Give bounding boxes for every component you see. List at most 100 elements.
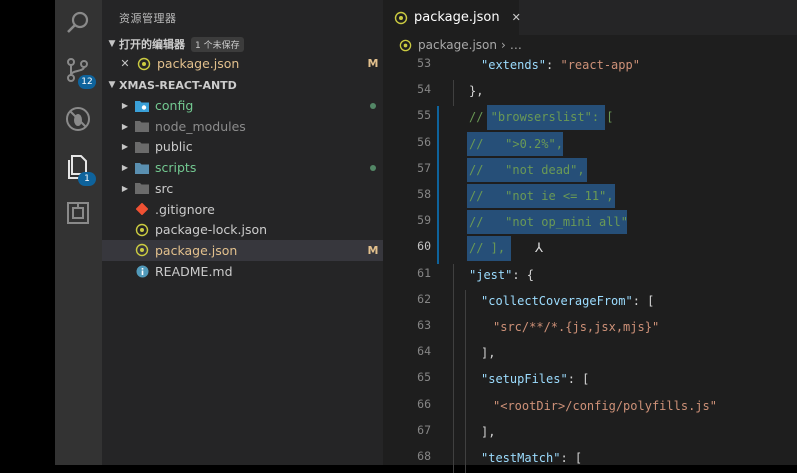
activity-bar: 12 1	[55, 0, 102, 465]
tree-item-label: package-lock.json	[155, 222, 268, 238]
open-editors-label: 打开的编辑器	[119, 38, 185, 51]
code-line[interactable]: // "not ie <= 11",	[469, 183, 614, 209]
code-line[interactable]: ],	[481, 340, 495, 366]
code-line[interactable]: // ],	[469, 235, 505, 261]
tree-item-label: scripts	[155, 160, 197, 176]
chevron-right-icon[interactable]: ▶	[118, 184, 132, 193]
json-file-icon	[394, 11, 408, 25]
code-line[interactable]: "testMatch": [	[481, 445, 582, 471]
line-number: 59	[417, 213, 431, 228]
line-number: 58	[417, 187, 431, 201]
src-folder-icon	[134, 180, 150, 196]
line-number: 61	[417, 265, 431, 280]
indent-guide	[453, 80, 454, 107]
open-editors-header[interactable]: ▼ 打开的编辑器 1 个未保存	[102, 34, 383, 54]
code-editor[interactable]: "extends": "react-app"},// "browserslist…	[437, 52, 797, 473]
line-number: 67	[417, 422, 431, 437]
info-icon	[134, 263, 150, 279]
tree-item-package-json[interactable]: package.json M	[102, 239, 383, 261]
tab-package-json[interactable]: package.json ✕	[383, 0, 521, 35]
code-line[interactable]: ],	[481, 419, 495, 445]
line-number: 68	[417, 449, 431, 463]
tab-bar: package.json ✕	[383, 0, 797, 35]
tree-item-node-modules[interactable]: ▶ node_modules	[102, 116, 383, 137]
search-icon[interactable]	[63, 8, 93, 38]
tree-item-scripts[interactable]: ▶ scripts	[102, 157, 383, 178]
indent-guide	[453, 263, 454, 473]
tree-item-config[interactable]: ▶ config	[102, 95, 383, 116]
modified-status: M	[367, 57, 379, 70]
code-line[interactable]: // ">0.2%",	[469, 131, 563, 157]
code-line[interactable]: // "not dead",	[469, 157, 585, 183]
line-number: 56	[417, 134, 431, 149]
json-file-icon	[136, 56, 152, 72]
mouse-cursor-icon: ⅄	[535, 241, 543, 257]
extensions-icon[interactable]	[63, 198, 93, 228]
tree-item-label: config	[155, 98, 194, 113]
open-editor-item[interactable]: ✕ package.json M	[102, 53, 383, 74]
tree-item-label: package.json	[155, 242, 238, 258]
code-line[interactable]: "collectCoverageFrom": [	[481, 288, 654, 314]
line-number: 54	[417, 82, 431, 97]
indent-guide	[465, 289, 466, 473]
project-label: XMAS-REACT-ANTD	[119, 78, 237, 92]
config-folder-icon	[134, 98, 150, 114]
tree-item-label: .gitignore	[155, 201, 215, 217]
node-modules-folder-icon	[134, 118, 150, 134]
open-editor-label: package.json	[157, 56, 240, 71]
tree-item-src[interactable]: ▶ src	[102, 178, 383, 199]
modified-status: M	[367, 243, 379, 257]
close-icon[interactable]: ✕	[512, 11, 521, 24]
project-header[interactable]: ▼ XMAS-REACT-ANTD	[102, 75, 383, 95]
tree-item-label: node_modules	[155, 118, 246, 134]
json-file-icon	[399, 39, 412, 52]
explorer-badge: 1	[78, 172, 96, 186]
explorer-sidebar: 资源管理器 ▼ 打开的编辑器 1 个未保存 ✕ package.json M ▼…	[102, 0, 383, 465]
line-number-gutter: 53 54 55 56 57 58 59 60 61 62 63 64 65 66 67 68	[383, 55, 445, 465]
explorer-icon[interactable]: 1	[63, 152, 96, 186]
chevron-right-icon[interactable]: ▶	[118, 122, 132, 131]
tree-item-public[interactable]: ▶ public	[102, 136, 383, 157]
git-status-dot	[363, 99, 383, 112]
indent-guide	[437, 106, 439, 264]
code-line[interactable]: },	[469, 78, 483, 104]
breadcrumb-file[interactable]: package.json	[418, 38, 497, 52]
chevron-right-icon: ›	[501, 38, 506, 52]
chevron-right-icon[interactable]: ▶	[118, 101, 132, 110]
chevron-right-icon[interactable]: ▶	[118, 163, 132, 172]
line-number: 57	[417, 160, 431, 175]
code-line[interactable]: "setupFiles": [	[481, 366, 589, 392]
line-number: 62	[417, 291, 431, 306]
unsaved-badge: 1 个未保存	[191, 36, 244, 52]
close-icon[interactable]: ✕	[118, 57, 132, 70]
line-number: 63	[417, 318, 431, 332]
code-line[interactable]: // "browserslist": [	[469, 104, 614, 130]
breadcrumb-more[interactable]: …	[510, 38, 522, 52]
line-number: 66	[417, 396, 431, 411]
git-status-dot	[363, 161, 383, 174]
line-number: 65	[417, 370, 431, 385]
line-number: 53	[417, 56, 431, 70]
chevron-down-icon: ▼	[108, 39, 116, 49]
sidebar-title: 资源管理器	[119, 12, 177, 25]
source-control-icon[interactable]: 12	[63, 55, 96, 89]
tree-item-gitignore[interactable]: .gitignore	[102, 199, 383, 220]
code-line[interactable]: // "not op_mini all"	[469, 209, 628, 235]
chevron-down-icon: ▼	[108, 80, 116, 90]
tree-item-label: public	[155, 139, 193, 155]
debug-icon[interactable]	[63, 104, 93, 134]
code-line[interactable]: "extends": "react-app"	[481, 52, 640, 78]
editor-area: package.json ✕ package.json › … 53 54 55 56…	[383, 0, 797, 473]
code-line[interactable]: "<rootDir>/config/polyfills.js"	[493, 393, 717, 419]
json-file-icon	[134, 242, 150, 258]
tree-item-label: src	[155, 180, 174, 196]
json-file-icon	[134, 222, 150, 238]
chevron-right-icon[interactable]: ▶	[118, 142, 132, 151]
tree-item-package-lock-json[interactable]: package-lock.json	[102, 219, 383, 240]
code-line[interactable]: "src/**/*.{js,jsx,mjs}"	[493, 314, 659, 340]
scripts-folder-icon	[134, 160, 150, 176]
code-line[interactable]: "jest": {	[469, 262, 534, 288]
public-folder-icon	[134, 139, 150, 155]
line-number: 60	[417, 239, 431, 254]
tree-item-readme-md[interactable]: README.md	[102, 261, 383, 282]
